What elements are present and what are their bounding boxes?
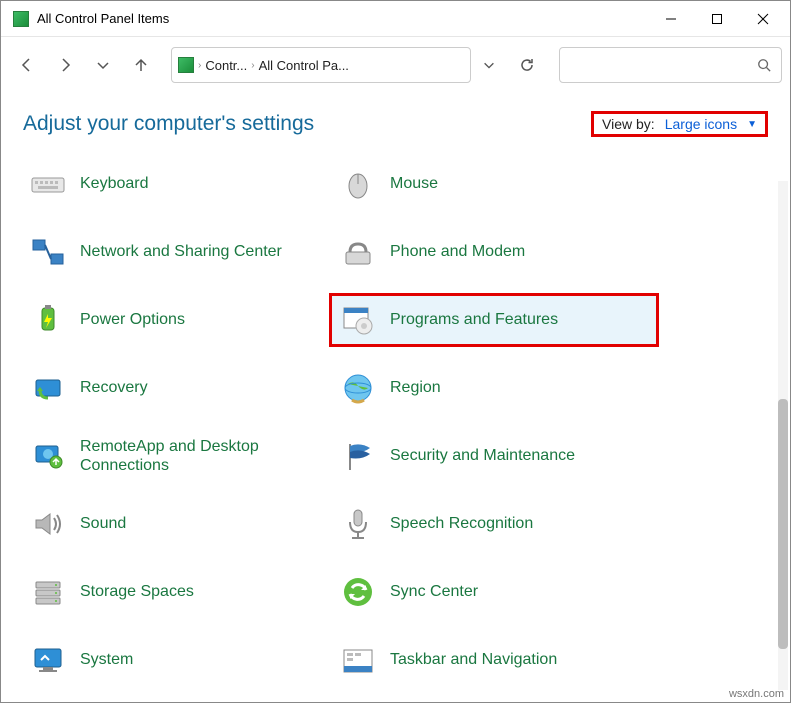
power-icon bbox=[28, 300, 68, 340]
item-network[interactable]: Network and Sharing Center bbox=[19, 225, 329, 279]
recovery-icon bbox=[28, 368, 68, 408]
maximize-button[interactable] bbox=[694, 4, 740, 34]
up-button[interactable] bbox=[123, 47, 159, 83]
view-by-label: View by: bbox=[602, 116, 655, 132]
item-speech[interactable]: Speech Recognition bbox=[329, 497, 659, 551]
taskbar-icon bbox=[338, 640, 378, 680]
item-label: Keyboard bbox=[80, 174, 149, 193]
back-button[interactable] bbox=[9, 47, 45, 83]
network-icon bbox=[28, 232, 68, 272]
remoteapp-icon bbox=[28, 436, 68, 476]
sound-icon bbox=[28, 504, 68, 544]
item-phone[interactable]: Phone and Modem bbox=[329, 225, 659, 279]
item-label: Speech Recognition bbox=[390, 514, 533, 533]
system-icon bbox=[28, 640, 68, 680]
item-label: Sync Center bbox=[390, 582, 478, 601]
watermark: wsxdn.com bbox=[729, 688, 784, 700]
control-panel-icon bbox=[178, 57, 194, 73]
item-mouse[interactable]: Mouse bbox=[329, 157, 659, 211]
item-label: Region bbox=[390, 378, 441, 397]
item-region[interactable]: Region bbox=[329, 361, 659, 415]
item-user-accounts[interactable]: User Accounts bbox=[329, 701, 659, 702]
chevron-right-icon: › bbox=[251, 60, 254, 71]
item-programs-and-features[interactable]: Programs and Features bbox=[329, 293, 659, 347]
storage-icon bbox=[28, 572, 68, 612]
items-panel: Keyboard Mouse Network and Sharing Cente… bbox=[1, 157, 776, 702]
window-title: All Control Panel Items bbox=[37, 11, 169, 26]
sync-icon bbox=[338, 572, 378, 612]
item-recovery[interactable]: Recovery bbox=[19, 361, 329, 415]
item-label: RemoteApp and Desktop Connections bbox=[80, 437, 310, 475]
item-label: System bbox=[80, 650, 133, 669]
recent-locations-button[interactable] bbox=[85, 47, 121, 83]
keyboard-icon bbox=[28, 164, 68, 204]
item-label: Programs and Features bbox=[390, 310, 558, 329]
item-label: Recovery bbox=[80, 378, 148, 397]
item-power[interactable]: Power Options bbox=[19, 293, 329, 347]
chevron-down-icon: ▼ bbox=[747, 119, 757, 130]
address-bar[interactable]: › Contr... › All Control Pa... bbox=[171, 47, 471, 83]
phone-icon bbox=[338, 232, 378, 272]
item-taskbar[interactable]: Taskbar and Navigation bbox=[329, 633, 659, 687]
close-button[interactable] bbox=[740, 4, 786, 34]
breadcrumb-segment-1[interactable]: Contr... bbox=[205, 58, 247, 73]
item-sound[interactable]: Sound bbox=[19, 497, 329, 551]
security-flag-icon bbox=[338, 436, 378, 476]
breadcrumb-segment-2[interactable]: All Control Pa... bbox=[259, 58, 349, 73]
control-panel-app-icon bbox=[13, 11, 29, 27]
item-label: Mouse bbox=[390, 174, 438, 193]
item-label: Storage Spaces bbox=[80, 582, 194, 601]
speech-icon bbox=[338, 504, 378, 544]
item-label: Phone and Modem bbox=[390, 242, 525, 261]
item-label: Power Options bbox=[80, 310, 185, 329]
region-icon bbox=[338, 368, 378, 408]
title-bar: All Control Panel Items bbox=[1, 1, 790, 37]
minimize-button[interactable] bbox=[648, 4, 694, 34]
search-icon bbox=[757, 58, 771, 72]
search-input[interactable] bbox=[559, 47, 782, 83]
item-label: Sound bbox=[80, 514, 126, 533]
item-storage[interactable]: Storage Spaces bbox=[19, 565, 329, 619]
nav-toolbar: › Contr... › All Control Pa... bbox=[1, 37, 790, 93]
view-by-dropdown[interactable]: View by: Large icons ▼ bbox=[591, 111, 768, 137]
mouse-icon bbox=[338, 164, 378, 204]
scrollbar-thumb[interactable] bbox=[778, 399, 788, 649]
address-history-button[interactable] bbox=[473, 47, 505, 83]
page-heading: Adjust your computer's settings bbox=[23, 112, 314, 136]
item-security[interactable]: Security and Maintenance bbox=[329, 429, 659, 483]
header-row: Adjust your computer's settings View by:… bbox=[1, 93, 790, 145]
item-sync[interactable]: Sync Center bbox=[329, 565, 659, 619]
item-troubleshooting[interactable]: Troubleshooting bbox=[19, 701, 329, 702]
refresh-button[interactable] bbox=[507, 47, 547, 83]
forward-button[interactable] bbox=[47, 47, 83, 83]
item-label: Network and Sharing Center bbox=[80, 242, 282, 261]
chevron-right-icon: › bbox=[198, 60, 201, 71]
item-keyboard[interactable]: Keyboard bbox=[19, 157, 329, 211]
item-label: Taskbar and Navigation bbox=[390, 650, 557, 669]
programs-icon bbox=[338, 300, 378, 340]
view-by-value: Large icons bbox=[665, 116, 737, 132]
item-system[interactable]: System bbox=[19, 633, 329, 687]
item-remoteapp[interactable]: RemoteApp and Desktop Connections bbox=[19, 429, 329, 483]
item-label: Security and Maintenance bbox=[390, 446, 575, 465]
